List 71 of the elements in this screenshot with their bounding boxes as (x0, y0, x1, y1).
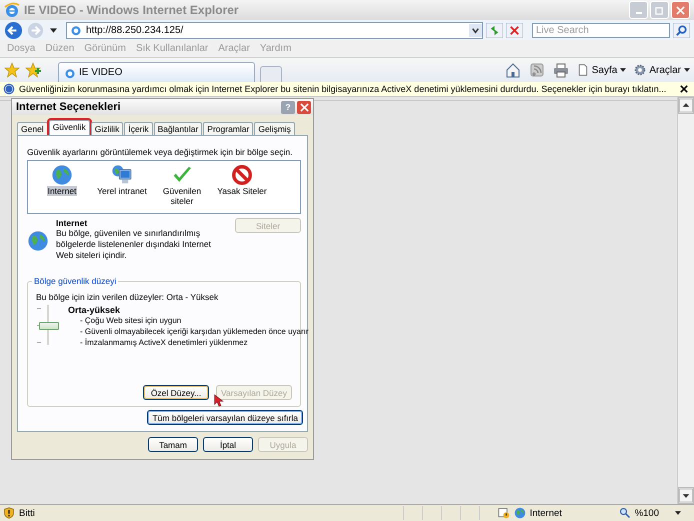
zone-status: Internet (530, 508, 563, 518)
page-logo-icon (64, 66, 76, 78)
blocked-icon (498, 507, 510, 519)
ie-logo-icon (4, 2, 20, 18)
globe-icon (514, 507, 526, 519)
command-button[interactable]: Sayfa (576, 64, 626, 76)
dropdown-icon[interactable] (469, 24, 482, 36)
caret-icon[interactable] (675, 511, 681, 515)
zoom-level[interactable]: %100 (634, 508, 659, 518)
dialog-button[interactable]: Tamam (148, 437, 198, 452)
zone-item[interactable]: Internet (34, 164, 90, 210)
level-name: Orta-yüksek (68, 305, 122, 315)
back-button[interactable] (4, 20, 23, 40)
level-description: - Güvenli olmayabilecek içeriği karşıdan yüklemeden önce uyarır (79, 326, 309, 337)
globe-icon (27, 230, 49, 252)
dialog-tab[interactable]: Bağlantılar (154, 122, 202, 135)
custom-level-button[interactable]: Özel Düzey... (143, 385, 210, 400)
dialog-button[interactable]: İptal (203, 437, 253, 452)
scroll-up-icon[interactable] (678, 97, 694, 114)
dialog-title: Internet Seçenekleri (16, 101, 122, 113)
zoom-icon (618, 507, 631, 519)
dialog-tab[interactable]: Güvenlik (48, 120, 90, 135)
minimize-icon (636, 12, 642, 14)
computer-icon (111, 164, 133, 186)
dialog-tab[interactable]: Programlar (203, 122, 254, 135)
security-slider[interactable] (36, 305, 60, 345)
command-button[interactable]: Araçlar (634, 64, 690, 76)
maximize-icon (655, 6, 664, 14)
page-icon (576, 64, 589, 76)
address-field[interactable]: http://88.250.234.125/ (66, 22, 483, 38)
dialog-tab[interactable]: Genel (17, 122, 48, 135)
add-favorite-icon[interactable] (25, 62, 41, 78)
dialog-tab[interactable]: Gelişmiş (254, 122, 295, 135)
star-icon[interactable] (4, 62, 20, 78)
scrollbar[interactable] (677, 97, 694, 504)
zone-description: Bu bölge, güvenilen ve sınırlandırılmış bölgelerde listelenenler dışındaki Internet Web siteleri içindir. (56, 228, 212, 261)
level-description: - Çoğu Web sitesi için uygun (79, 315, 182, 326)
group-title: Bölge güvenlik düzeyi (32, 276, 118, 286)
close-button[interactable] (671, 1, 690, 19)
dialog-tab[interactable]: İçerik (124, 122, 153, 135)
zone-item[interactable]: Güvenilen siteler (154, 164, 210, 210)
caret-icon[interactable] (50, 28, 57, 32)
stop-button[interactable] (506, 22, 523, 38)
zone-item[interactable]: Yasak Siteler (214, 164, 270, 210)
globe-icon (51, 164, 73, 186)
search-field[interactable]: Live Search (532, 22, 670, 38)
caret-icon (684, 68, 690, 72)
status-text: Bitti (19, 508, 35, 518)
reset-all-zones-button[interactable]: Tüm bölgeleri varsayılan düzeye sıfırla (147, 410, 303, 425)
close-icon (300, 102, 308, 112)
scroll-down-icon[interactable] (678, 487, 694, 504)
instruction-text: Güvenlik ayarlarını görüntülemek veya değiştirmek için bir bölge seçin. (27, 147, 294, 157)
browser-tab[interactable]: IE VIDEO (58, 62, 255, 82)
level-description: - İmzalanmamış ActiveX denetimleri yüklenmez (79, 337, 249, 348)
close-icon (676, 6, 685, 14)
info-bar[interactable]: Güvenliğinizin korunmasına yardımcı olmak için Internet Explorer bu sitenin bilgisayarınıza ActiveX denetimi yüklemesini durdurdu. Seçenekler için burayı tıklatın... (0, 82, 694, 97)
dialog-tab[interactable]: Gizlilik (90, 122, 124, 135)
forbidden-icon (231, 164, 253, 186)
search-button[interactable] (673, 22, 690, 38)
gear-icon (634, 64, 646, 76)
dialog-close-button[interactable] (297, 100, 311, 114)
page-logo-icon (70, 24, 82, 36)
allowed-levels-text: Bu bölge için izin verilen düzeyler: Orta - Yüksek (36, 292, 220, 302)
feed-icon[interactable] (528, 62, 545, 78)
zone-item[interactable]: Yerel intranet (94, 164, 150, 210)
close-icon[interactable] (680, 85, 688, 93)
home-icon[interactable] (504, 62, 521, 78)
window-title: IE VIDEO - Windows Internet Explorer (24, 3, 240, 17)
printer-icon[interactable] (552, 62, 569, 78)
caret-icon (620, 68, 626, 72)
zone-title: Internet (56, 218, 88, 228)
